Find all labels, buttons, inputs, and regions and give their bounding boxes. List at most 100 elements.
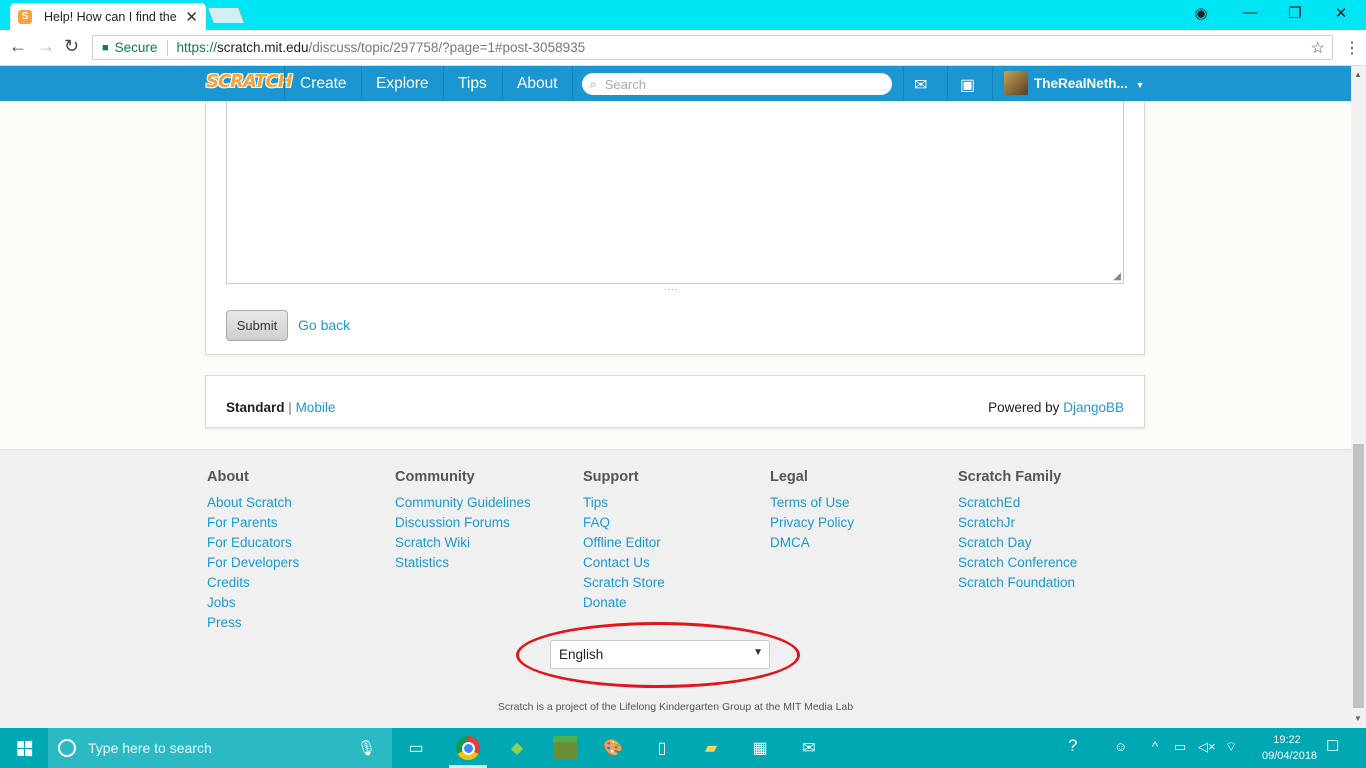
avatar[interactable]: [1004, 71, 1028, 95]
close-window-icon[interactable]: ✕: [1321, 4, 1361, 22]
close-tab-icon[interactable]: ✕: [185, 8, 198, 26]
divider: [167, 39, 169, 56]
footer-link[interactable]: FAQ: [583, 513, 665, 533]
footer-link[interactable]: Scratch Wiki: [395, 533, 531, 553]
nav-create[interactable]: Create: [300, 66, 347, 101]
resize-handle-icon[interactable]: ◢: [1113, 271, 1121, 282]
footer-link[interactable]: Scratch Store: [583, 573, 665, 593]
file-explorer-icon[interactable]: ▰: [699, 736, 723, 760]
separator: |: [288, 400, 292, 415]
microphone-icon[interactable]: 🎙: [357, 739, 376, 757]
nav-divider: [443, 66, 444, 101]
footer-link[interactable]: DMCA: [770, 533, 854, 553]
footer-column-support: Support Tips FAQ Offline Editor Contact …: [583, 469, 665, 613]
footer-link[interactable]: Tips: [583, 493, 665, 513]
browser-tab[interactable]: S Help! How can I find the ✕: [10, 3, 206, 30]
tab-title: Help! How can I find the: [44, 9, 177, 24]
minecraft-icon[interactable]: [553, 736, 577, 760]
help-icon[interactable]: ?: [1068, 736, 1077, 756]
footer-link[interactable]: Press: [207, 613, 299, 633]
mobile-link[interactable]: Mobile: [296, 400, 336, 415]
djangobb-link[interactable]: DjangoBB: [1063, 400, 1124, 415]
username-label: TheRealNeth...: [1034, 76, 1128, 91]
taskbar-clock[interactable]: 19:22 09/04/2018: [1262, 732, 1318, 764]
url-path: /discuss/topic/297758/?page=1#post-30589…: [308, 40, 586, 55]
notepad-icon[interactable]: ▯: [650, 736, 674, 760]
windows-taskbar: Type here to search 🎙 ▭ ◆ 🎨 ▯ ▰ ▦ ✉ ? ☺ …: [0, 728, 1366, 768]
footer-link[interactable]: Contact Us: [583, 553, 665, 573]
clock-time: 19:22: [1273, 734, 1301, 746]
footer-heading: Support: [583, 469, 639, 485]
back-arrow-icon[interactable]: ←: [9, 36, 27, 57]
forum-footer: Standard | Mobile Powered by DjangoBB: [205, 375, 1145, 428]
submit-button[interactable]: Submit: [226, 310, 288, 341]
notifications-icon[interactable]: ☐: [1326, 737, 1339, 755]
footer-link[interactable]: Terms of Use: [770, 493, 854, 513]
footer-link[interactable]: Credits: [207, 573, 299, 593]
footer-link[interactable]: For Developers: [207, 553, 299, 573]
reload-icon[interactable]: ↻: [64, 36, 79, 57]
footer-link[interactable]: ScratchEd: [958, 493, 1077, 513]
credit-text: Scratch is a project of the Lifelong Kin…: [497, 701, 854, 713]
mail-icon[interactable]: ✉: [797, 736, 821, 760]
page-scrollbar[interactable]: ▲ ▼: [1351, 66, 1366, 728]
footer-link[interactable]: Statistics: [395, 553, 531, 573]
battery-icon[interactable]: ▭: [1174, 739, 1186, 755]
profile-icon[interactable]: ◉: [1181, 4, 1221, 22]
nav-about[interactable]: About: [517, 66, 558, 101]
nav-tips[interactable]: Tips: [458, 66, 487, 101]
clock-date: 09/04/2018: [1262, 750, 1318, 762]
scratch-favicon-icon: S: [18, 9, 32, 24]
sims-icon[interactable]: ◆: [505, 736, 529, 760]
footer-link[interactable]: For Educators: [207, 533, 299, 553]
search-input[interactable]: ⌕ Search: [582, 73, 892, 95]
minimize-icon[interactable]: —: [1230, 4, 1270, 21]
footer-link[interactable]: About Scratch: [207, 493, 299, 513]
nav-divider: [947, 66, 948, 101]
search-icon: ⌕: [590, 76, 597, 91]
nav-divider: [992, 66, 993, 101]
footer-link[interactable]: Donate: [583, 593, 665, 613]
scroll-down-icon[interactable]: ▼: [1354, 714, 1362, 723]
show-hidden-icons-icon[interactable]: ^: [1152, 739, 1158, 754]
my-stuff-icon[interactable]: ▣: [960, 75, 975, 95]
messages-icon[interactable]: ✉: [914, 75, 927, 95]
forward-arrow-icon[interactable]: →: [37, 36, 55, 57]
go-back-link[interactable]: Go back: [298, 317, 350, 333]
task-view-icon[interactable]: ▭: [404, 736, 428, 760]
chrome-icon[interactable]: [456, 736, 480, 760]
footer-link[interactable]: Privacy Policy: [770, 513, 854, 533]
footer-link[interactable]: Scratch Day: [958, 533, 1077, 553]
address-bar[interactable]: ■ Secure https:// scratch.mit.edu /discu…: [92, 35, 1333, 60]
lock-icon: ■: [102, 41, 109, 54]
nav-divider: [903, 66, 904, 101]
footer-link[interactable]: Offline Editor: [583, 533, 665, 553]
footer-link[interactable]: ScratchJr: [958, 513, 1077, 533]
scroll-up-icon[interactable]: ▲: [1354, 70, 1362, 79]
account-menu[interactable]: TheRealNeth... ▼: [1034, 66, 1144, 101]
nav-explore[interactable]: Explore: [376, 66, 429, 101]
textarea-grip-icon[interactable]: ∙∙∙∙: [664, 284, 678, 294]
wifi-icon[interactable]: ⌔: [1225, 739, 1237, 755]
new-tab-button[interactable]: [206, 7, 246, 24]
footer-link[interactable]: For Parents: [207, 513, 299, 533]
reply-textarea[interactable]: ◢: [226, 101, 1124, 284]
scrollbar-thumb[interactable]: [1353, 444, 1364, 708]
browser-toolbar: ← → ↻ ■ Secure https:// scratch.mit.edu …: [0, 30, 1366, 66]
footer-link[interactable]: Community Guidelines: [395, 493, 531, 513]
bookmark-star-icon[interactable]: ☆: [1311, 38, 1325, 58]
footer-link[interactable]: Scratch Foundation: [958, 573, 1077, 593]
volume-muted-icon[interactable]: ◁×: [1198, 739, 1216, 755]
paint-icon[interactable]: 🎨: [601, 736, 625, 760]
start-button[interactable]: [0, 728, 48, 768]
nav-divider: [284, 66, 285, 101]
people-icon[interactable]: ☺: [1114, 739, 1127, 754]
footer-link[interactable]: Jobs: [207, 593, 299, 613]
footer-link[interactable]: Discussion Forums: [395, 513, 531, 533]
scratch-logo[interactable]: SCRATCH: [206, 71, 293, 92]
taskbar-search-input[interactable]: Type here to search 🎙: [48, 728, 392, 768]
restore-icon[interactable]: ❐: [1275, 4, 1315, 22]
browser-menu-icon[interactable]: ⋮: [1344, 38, 1360, 58]
store-icon[interactable]: ▦: [748, 736, 772, 760]
footer-link[interactable]: Scratch Conference: [958, 553, 1077, 573]
